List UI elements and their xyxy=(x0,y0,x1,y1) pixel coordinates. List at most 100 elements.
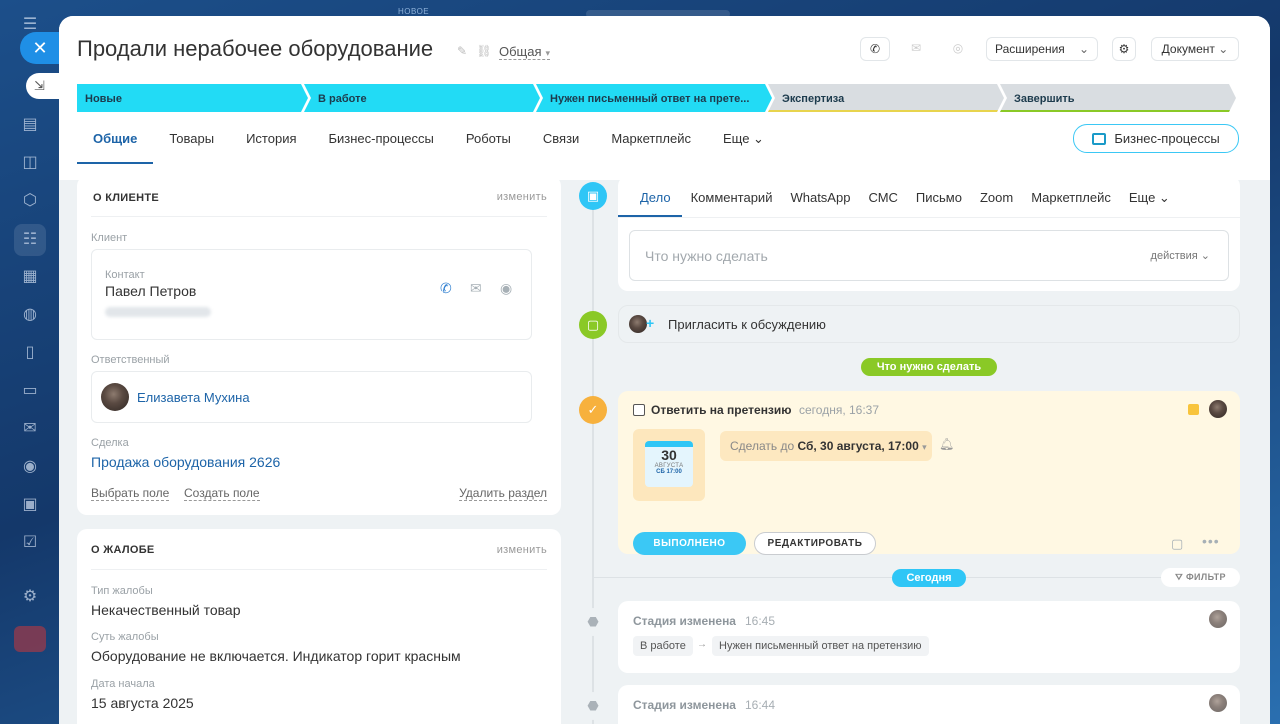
contact-card: Контакт Павел Петров ✆ ✉ ◉ xyxy=(91,249,532,340)
flag-icon[interactable] xyxy=(1188,404,1199,415)
arrow-right-icon: → xyxy=(697,639,707,650)
invite-bar[interactable]: + Пригласить к обсуждению xyxy=(618,305,1240,343)
complaint-edit-link[interactable]: изменить xyxy=(497,544,547,556)
page-title: Продали нерабочее оборудование xyxy=(77,36,434,61)
todo-actions-label: действия xyxy=(1150,250,1198,262)
business-process-icon xyxy=(1092,133,1107,145)
robot-icon[interactable]: ◍ xyxy=(19,304,41,326)
activity-tab-comment[interactable]: Комментарий xyxy=(682,176,782,217)
responsible-name[interactable]: Елизавета Мухина xyxy=(137,390,250,405)
settings-icon[interactable]: ⚙ xyxy=(19,586,41,608)
chat-icon[interactable]: ◉ xyxy=(500,280,512,297)
tab-marketplace[interactable]: Маркетплейс xyxy=(595,124,707,164)
tag-icon: ⬣ xyxy=(579,608,607,636)
tasks-icon[interactable]: ☑ xyxy=(19,532,41,554)
stage-finish[interactable]: Завершить xyxy=(1000,84,1236,112)
file-icon[interactable]: ▯ xyxy=(19,342,41,364)
document-button[interactable]: Документ ⌄ xyxy=(1151,37,1239,61)
deadline-select[interactable]: Сделать до Сб, 30 августа, 17:00 ▾ xyxy=(720,431,932,461)
delete-section-link[interactable]: Удалить раздел xyxy=(459,486,547,501)
link-icon[interactable]: ⛓ xyxy=(476,44,491,58)
tab-business-processes[interactable]: Бизнес-процессы xyxy=(313,124,450,164)
activity-tab-zoom[interactable]: Zoom xyxy=(971,176,1022,217)
tab-products[interactable]: Товары xyxy=(153,124,230,164)
document-icon[interactable]: ▤ xyxy=(19,114,41,136)
tab-history[interactable]: История xyxy=(230,124,312,164)
stage-expertise[interactable]: Экспертиза xyxy=(768,84,1004,112)
pin-icon[interactable]: ⇲ xyxy=(26,73,60,99)
business-processes-button[interactable]: Бизнес-процессы xyxy=(1073,124,1239,153)
activity-tab-more[interactable]: Еще ⌄ xyxy=(1120,176,1179,217)
choose-field-link[interactable]: Выбрать поле xyxy=(91,486,170,501)
tab-general[interactable]: Общие xyxy=(77,124,154,164)
activity-tab-whatsapp[interactable]: WhatsApp xyxy=(781,176,859,217)
phone-icon: ✆ xyxy=(869,42,881,56)
avatar xyxy=(629,315,647,333)
filter-button[interactable]: ⛛ ФИЛЬТР xyxy=(1161,568,1240,587)
activity-tab-email[interactable]: Письмо xyxy=(907,176,971,217)
chevron-down-icon: ⌄ xyxy=(1218,42,1229,56)
title-tools: ✎ ⛓ xyxy=(457,44,492,58)
client-section: О КЛИЕНТЕ изменить Клиент Контакт Павел … xyxy=(77,176,561,515)
phone-icon[interactable]: ✆ xyxy=(440,280,452,297)
hexagon-icon[interactable]: ⬡ xyxy=(19,190,41,212)
settings-button[interactable]: ⚙ xyxy=(1112,37,1136,61)
contacts-icon[interactable]: ◉ xyxy=(19,456,41,478)
history-time: 16:45 xyxy=(745,614,776,628)
activity-tab-task[interactable]: Дело xyxy=(618,176,682,217)
tab-more[interactable]: Еще ⌄ xyxy=(707,124,780,164)
tab-links[interactable]: Связи xyxy=(527,124,595,164)
pencil-icon[interactable]: ✎ xyxy=(457,44,467,58)
extensions-button[interactable]: Расширения ⌄ xyxy=(986,37,1098,61)
edit-button[interactable]: РЕДАКТИРОВАТЬ xyxy=(754,532,876,555)
stage-in-work[interactable]: В работе xyxy=(304,84,540,112)
divider xyxy=(91,216,547,217)
todo-input[interactable]: Что нужно сделать действия ⌄ xyxy=(629,230,1229,281)
mail-icon: ✉ xyxy=(910,41,922,55)
history-title: Стадия изменена xyxy=(633,698,736,712)
deal-link[interactable]: Продажа оборудования 2626 xyxy=(91,454,280,470)
category-select[interactable]: Общая ▾ xyxy=(499,44,551,60)
card-icon[interactable]: ▭ xyxy=(19,380,41,402)
close-icon[interactable]: ✕ xyxy=(20,32,60,64)
calendar-icon[interactable]: ▦ xyxy=(19,266,41,288)
chevron-down-icon: ▾ xyxy=(545,48,551,58)
chat-icon: ◎ xyxy=(952,41,964,55)
complaint-essence-value: Оборудование не включается. Индикатор го… xyxy=(91,648,461,664)
stage-written-answer[interactable]: Нужен письменный ответ на прете... xyxy=(536,84,772,112)
today-pill: Сегодня xyxy=(892,569,966,587)
start-date-label: Дата начала xyxy=(91,678,155,690)
mail-icon[interactable]: ✉ xyxy=(19,418,41,440)
note-icon[interactable]: ▢ xyxy=(1171,536,1183,552)
stage-from-chip: В работе xyxy=(633,636,693,656)
funnel-icon[interactable]: ☷ xyxy=(14,224,46,256)
invite-label: Пригласить к обсуждению xyxy=(668,317,826,332)
main-tabs: Общие Товары История Бизнес-процессы Роб… xyxy=(77,124,780,164)
complaint-type-value: Некачественный товар xyxy=(91,602,241,618)
responsible-card: Елизавета Мухина xyxy=(91,371,532,423)
stage-new[interactable]: Новые xyxy=(77,84,308,112)
activity-tab-sms[interactable]: СМС xyxy=(859,176,906,217)
chevron-down-icon: ⌄ xyxy=(1078,42,1089,56)
chat-icon[interactable]: ◫ xyxy=(19,152,41,174)
activity-tab-marketplace[interactable]: Маркетплейс xyxy=(1022,176,1120,217)
deadline-value: Сб, 30 августа, 17:00 xyxy=(797,439,919,453)
comment-icon: ▢ xyxy=(579,311,607,339)
chevron-down-icon: ⌄ xyxy=(1200,250,1210,262)
client-edit-link[interactable]: изменить xyxy=(497,191,547,203)
phone-button[interactable]: ✆ xyxy=(860,37,890,61)
chat-button[interactable]: ◎ xyxy=(946,37,970,61)
bell-icon[interactable]: 🔔︎ xyxy=(939,437,954,451)
tab-robots[interactable]: Роботы xyxy=(450,124,527,164)
mail-icon[interactable]: ✉ xyxy=(470,280,482,297)
create-field-link[interactable]: Создать поле xyxy=(184,486,260,501)
done-button[interactable]: ВЫПОЛНЕНО xyxy=(633,532,746,555)
mail-button[interactable]: ✉ xyxy=(904,37,928,61)
contact-name[interactable]: Павел Петров xyxy=(105,283,196,299)
more-icon[interactable]: ••• xyxy=(1202,533,1220,549)
calendar-day: 30 xyxy=(661,447,677,463)
task-checkbox[interactable] xyxy=(633,404,645,416)
id-card-icon[interactable]: ▣ xyxy=(19,494,41,516)
chevron-down-icon: ▾ xyxy=(922,442,927,452)
todo-actions[interactable]: действия ⌄ xyxy=(1151,249,1210,262)
